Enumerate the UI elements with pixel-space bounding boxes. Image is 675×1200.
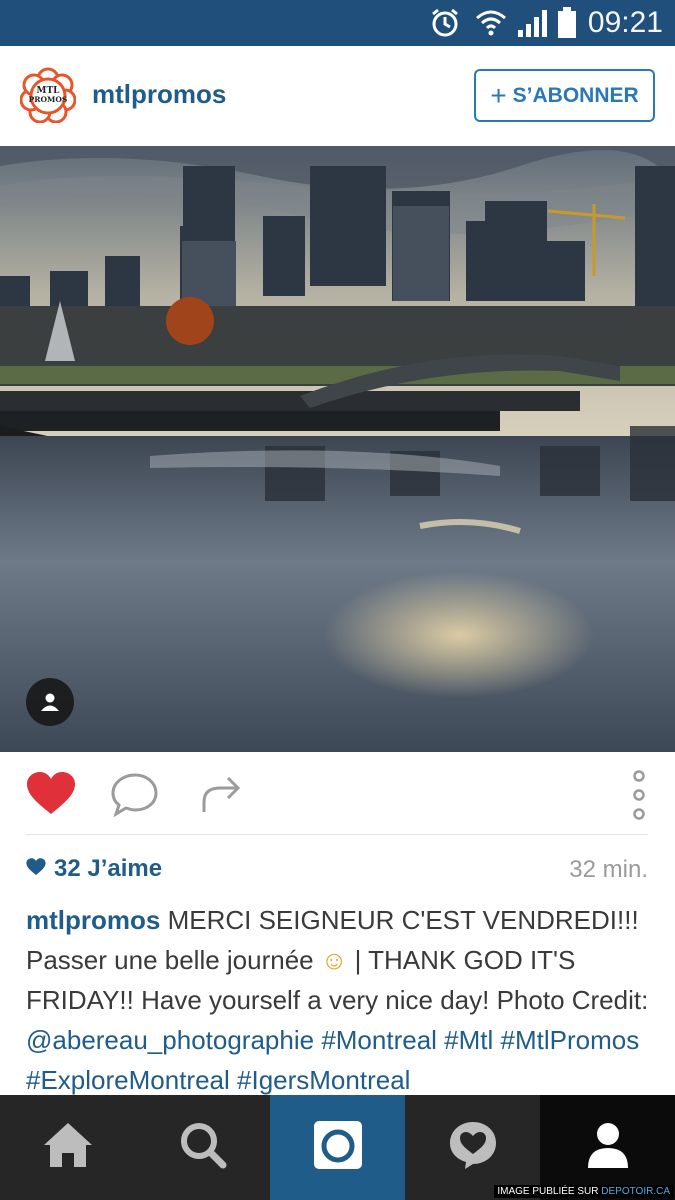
hashtag-link[interactable]: #IgersMontreal: [237, 1065, 410, 1095]
status-time: 09:21: [587, 6, 663, 39]
logo-text-2: PROMOS: [29, 95, 68, 104]
activity-heart-icon: [447, 1119, 499, 1176]
person-icon: [39, 691, 61, 713]
heart-icon[interactable]: [26, 772, 76, 821]
follow-button[interactable]: + S’ABONNER: [474, 69, 655, 122]
hashtag-link[interactable]: #ExploreMontreal: [26, 1065, 230, 1095]
follow-label: S’ABONNER: [512, 83, 639, 107]
watermark: IMAGE PUBLIÉE SUR DEPOTOIR.CA: [494, 1185, 673, 1198]
more-vertical-icon[interactable]: [628, 770, 650, 825]
tagged-people-button[interactable]: [26, 678, 74, 726]
likes-count[interactable]: 32 J’aime: [26, 855, 162, 883]
camera-icon: [312, 1119, 364, 1176]
status-bar: 09:21: [0, 0, 675, 46]
wifi-icon: [474, 6, 508, 45]
likes-label: 32 J’aime: [54, 855, 163, 882]
avatar[interactable]: MTL PROMOS: [19, 67, 77, 124]
nav-home[interactable]: [0, 1095, 135, 1200]
nav-search[interactable]: [135, 1095, 270, 1200]
hashtag-link[interactable]: #MtlPromos: [501, 1025, 640, 1055]
comment-icon[interactable]: [110, 772, 160, 823]
watermark-prefix: IMAGE PUBLIÉE SUR: [497, 1186, 602, 1197]
home-icon: [41, 1120, 95, 1175]
post-header: MTL PROMOS mtlpromos + S’ABONNER: [0, 46, 675, 146]
divider: [26, 834, 648, 835]
hashtag-link[interactable]: #Montreal: [321, 1025, 437, 1055]
action-bar: [0, 752, 675, 836]
battery-icon: [556, 6, 578, 45]
profile-icon: [586, 1120, 630, 1175]
post-photo[interactable]: [0, 146, 675, 752]
mention-link[interactable]: @abereau_photographie: [26, 1025, 314, 1055]
alarm-icon: [428, 6, 462, 45]
post-username[interactable]: mtlpromos: [92, 79, 226, 110]
smile-emoji-icon: ☺: [320, 945, 348, 975]
share-icon[interactable]: [200, 772, 244, 821]
hashtag-link[interactable]: #Mtl: [444, 1025, 493, 1055]
signal-icon: [515, 6, 549, 45]
plus-icon: +: [490, 79, 507, 111]
nav-camera[interactable]: [270, 1095, 405, 1200]
photo-image: [0, 146, 675, 752]
watermark-site: DEPOTOIR.CA: [601, 1186, 670, 1197]
post-caption: mtlpromos MERCI SEIGNEUR C'EST VENDREDI!…: [26, 900, 651, 1100]
caption-username[interactable]: mtlpromos: [26, 905, 160, 935]
search-icon: [178, 1120, 228, 1175]
small-heart-icon: [26, 855, 46, 883]
post-timestamp: 32 min.: [569, 856, 648, 883]
